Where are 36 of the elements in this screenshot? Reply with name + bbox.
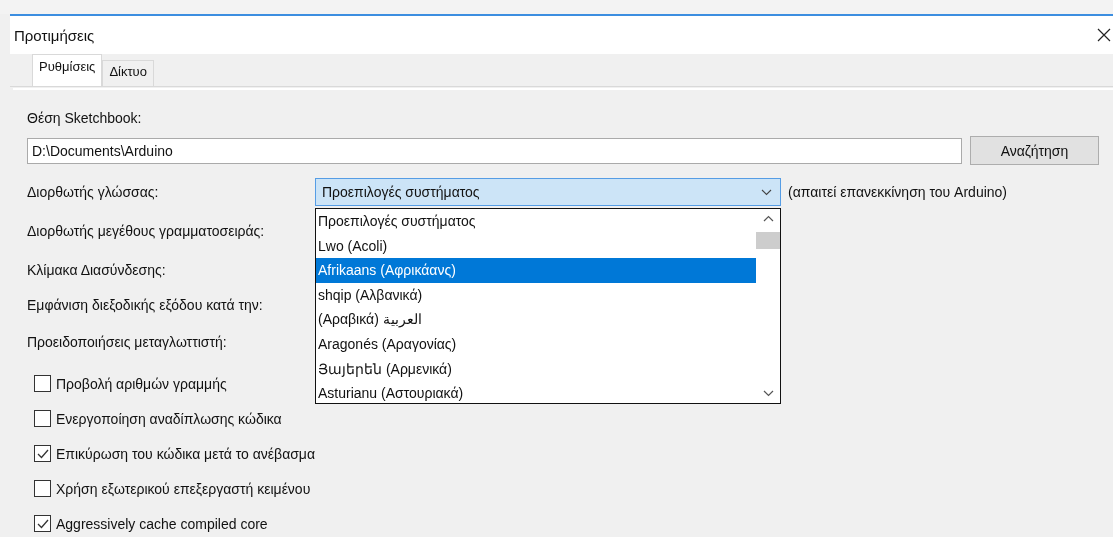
field-label: Διορθωτής μεγέθους γραμματοσειράς: — [27, 223, 265, 239]
field-label: Θέση Sketchbook: — [27, 110, 143, 126]
chevron-down-icon[interactable] — [762, 390, 774, 397]
field-label: Κλίμακα Διασύνδεσης: — [27, 262, 166, 278]
checkbox-label: Επικύρωση του κώδικα μετά το ανέβασμα — [56, 445, 316, 462]
dropdown-option[interactable]: Lwo (Acoli) — [316, 233, 756, 259]
dropdown-option[interactable]: (Αραβικά) العربية — [316, 307, 756, 332]
dropdown-option[interactable]: Προεπιλογές συστήματος — [316, 209, 756, 234]
browse-button[interactable]: Αναζήτηση — [970, 136, 1099, 165]
window-title: Προτιμήσεις — [14, 26, 95, 44]
tab[interactable]: Δίκτυο — [102, 60, 154, 86]
dropdown-option[interactable]: Afrikaans (Αφρικάανς) — [316, 258, 756, 283]
path-field[interactable]: D:\Documents\Arduino — [27, 137, 962, 164]
field-label: Εμφάνιση διεξοδικής εξόδου κατά την: — [27, 297, 263, 313]
dropdown-option[interactable]: Յայերեն (Αρμενικά) — [316, 356, 756, 382]
checkbox-label: Ενεργοποίηση αναδίπλωσης κώδικα — [56, 410, 282, 427]
scrollbar-thumb[interactable] — [756, 232, 780, 249]
checkbox-label: Προβολή αριθμών γραμμής — [56, 375, 227, 392]
field-label: Προειδοποιήσεις μεταγλωττιστή: — [27, 334, 227, 350]
chevron-up-icon[interactable] — [762, 215, 774, 222]
chevron-down-icon[interactable] — [761, 188, 772, 196]
tab[interactable]: Ρυθμίσεις — [32, 54, 103, 86]
checkbox[interactable] — [34, 480, 51, 497]
close-icon[interactable] — [1097, 28, 1111, 42]
checkbox[interactable] — [34, 445, 51, 462]
dropdown-option[interactable]: Aragonés (Αραγονίας) — [316, 331, 756, 357]
checkbox[interactable] — [34, 515, 51, 532]
checkbox-label: Χρήση εξωτερικού επεξεργαστή κειμένου — [56, 480, 311, 497]
field-label: Διορθωτής γλώσσας: — [27, 184, 160, 200]
language-dropdown[interactable]: Προεπιλογές συστήματος — [315, 178, 781, 206]
dropdown-option[interactable]: Asturianu (Αστουριακά) — [316, 381, 756, 403]
checkbox-label: Aggressively cache compiled core — [56, 515, 268, 532]
dropdown-option[interactable]: shqip (Αλβανικά) — [316, 282, 756, 308]
checkbox[interactable] — [34, 375, 51, 392]
note-text: (απαιτεί επανεκκίνηση του Arduino) — [788, 184, 1008, 200]
checkbox[interactable] — [34, 410, 51, 427]
